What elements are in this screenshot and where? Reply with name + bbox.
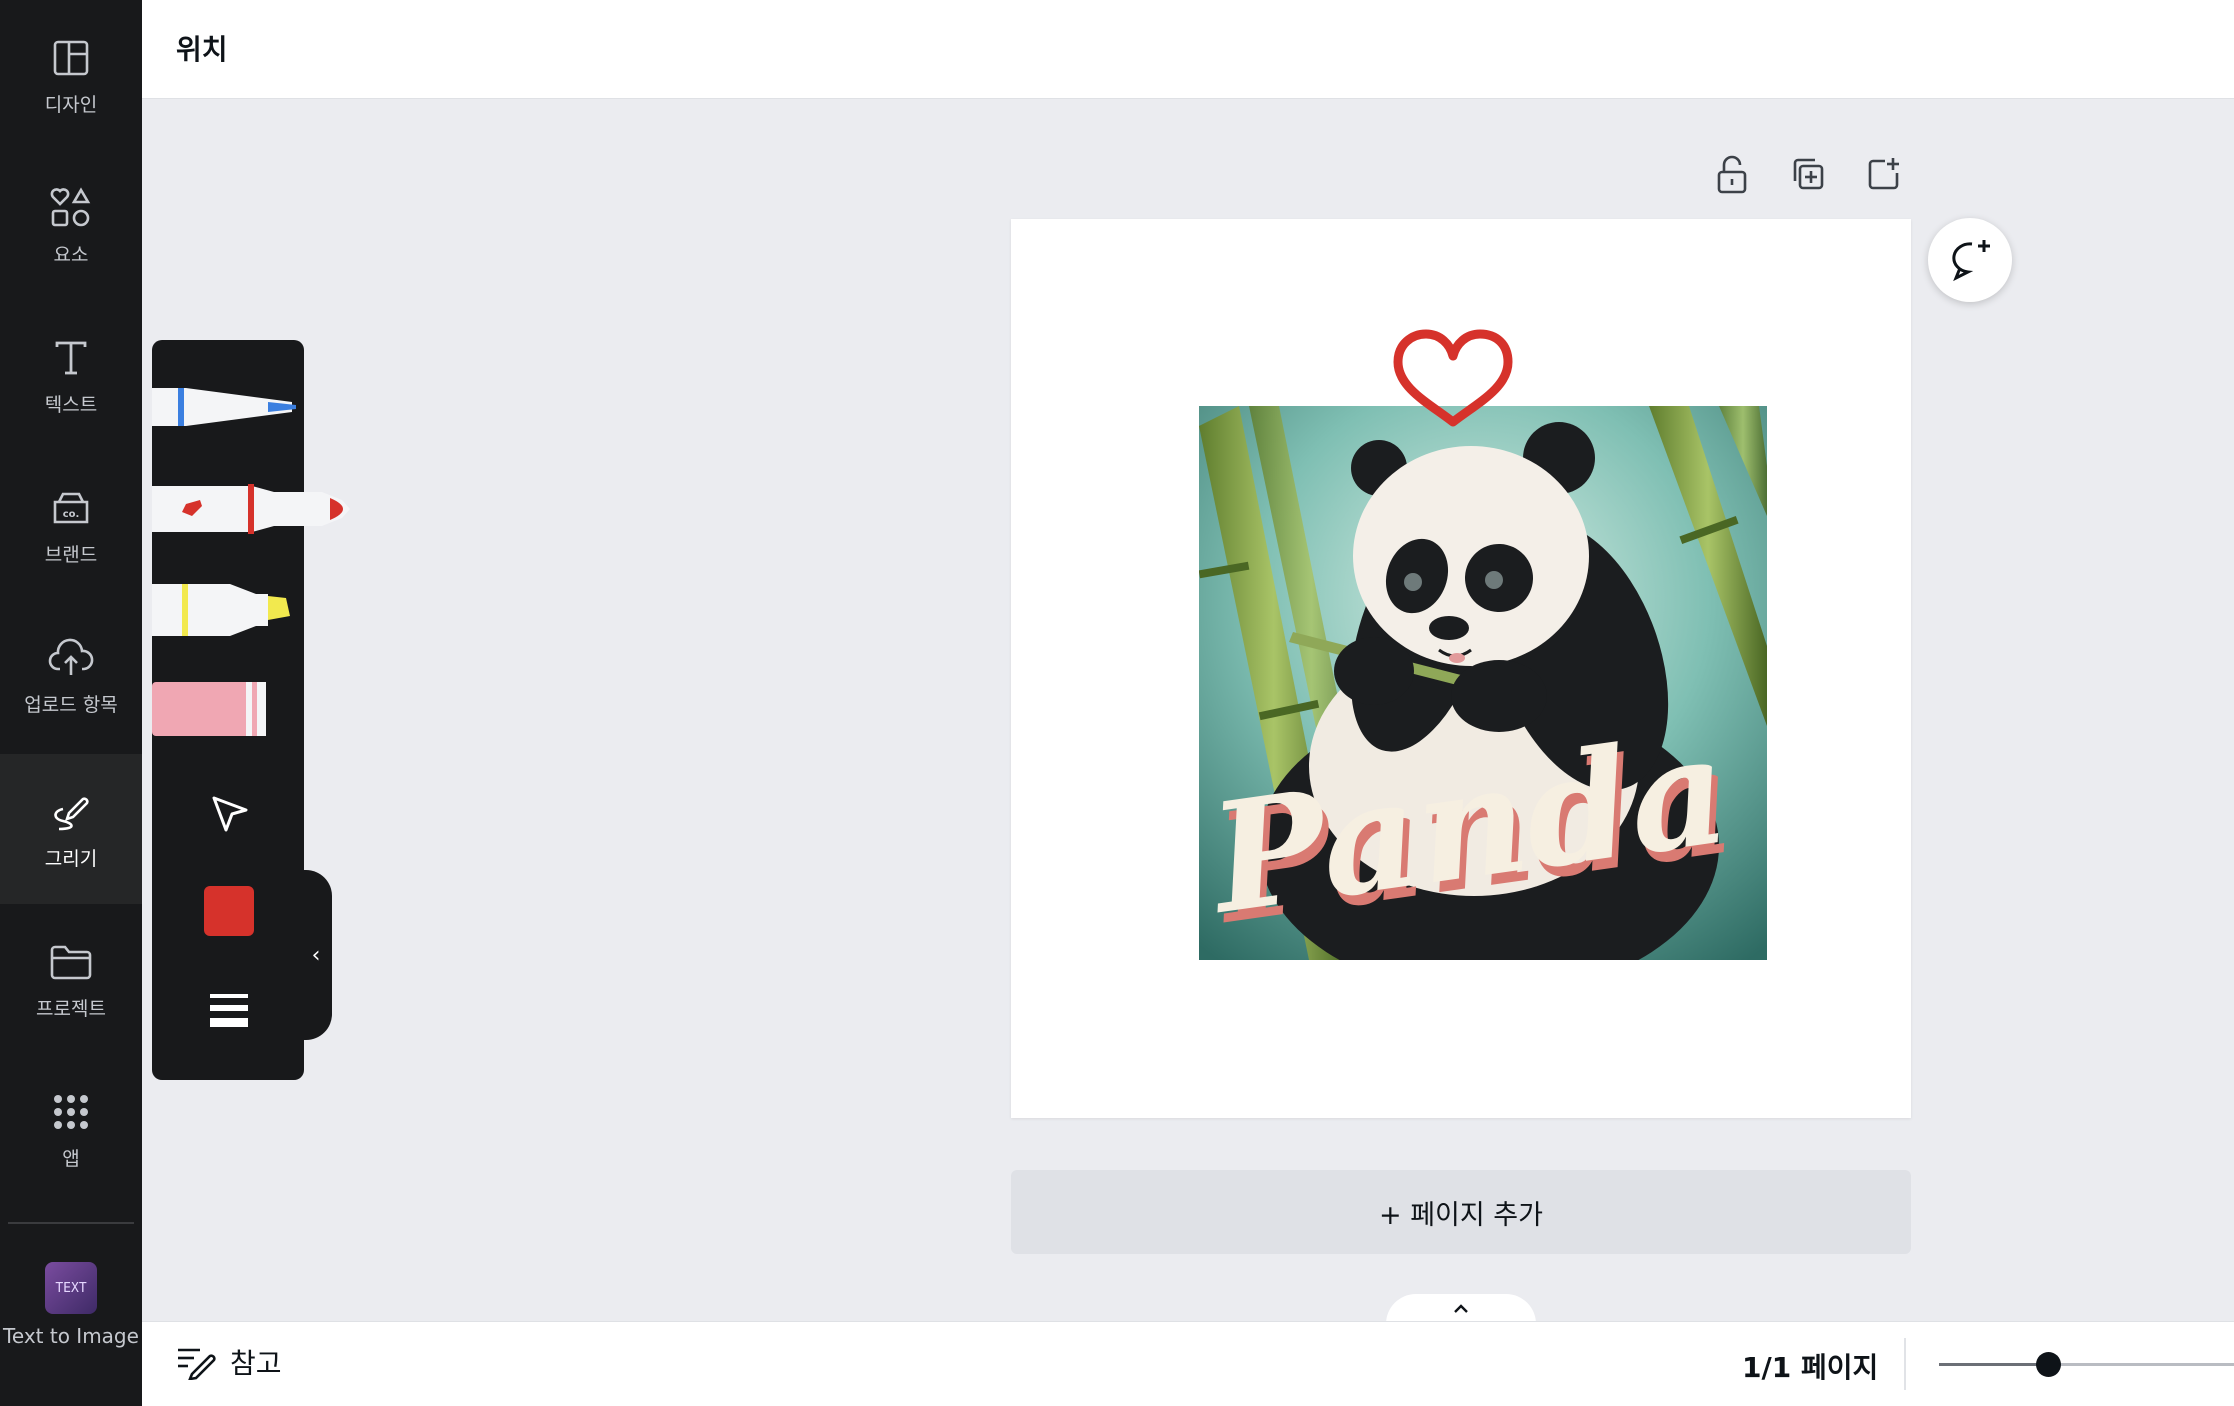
brand-icon: co. <box>47 484 95 532</box>
notes-button[interactable]: 참고 <box>176 1342 282 1382</box>
rail-label-elements: 요소 <box>53 243 89 266</box>
rail-label-text: 텍스트 <box>44 393 98 416</box>
draw-tools-panel: ‹ <box>152 340 350 1080</box>
stroke-weight-icon[interactable] <box>208 990 250 1030</box>
rail-label-apps: 앱 <box>62 1147 80 1170</box>
text-to-image-thumbnail: TEXT <box>45 1262 97 1314</box>
rail-label-uploads: 업로드 항목 <box>24 693 118 716</box>
rail-item-design[interactable]: 디자인 <box>0 0 142 150</box>
duplicate-icon <box>1793 158 1824 190</box>
folder-icon <box>47 938 95 986</box>
zoom-slider[interactable] <box>1939 1352 2234 1377</box>
text-to-image-thumb-text: TEXT <box>55 1280 87 1296</box>
add-page-button[interactable]: + 페이지 추가 <box>1011 1170 1911 1254</box>
rail-item-elements[interactable]: 요소 <box>0 150 142 300</box>
page-toolbar <box>1712 154 1904 194</box>
add-page-label: + 페이지 추가 <box>1379 1199 1543 1231</box>
notes-icon <box>178 1348 216 1380</box>
draw-icon <box>47 788 95 836</box>
panda-image[interactable]: Panda Panda <box>1199 406 1767 960</box>
pen-tool[interactable] <box>152 374 302 440</box>
rail-item-projects[interactable]: 프로젝트 <box>0 904 142 1054</box>
zoom-slider-fill <box>1939 1363 2049 1366</box>
text-to-image-label: Text to Image <box>3 1324 139 1348</box>
rail-divider <box>8 1222 134 1224</box>
bottom-divider <box>1904 1338 1906 1390</box>
add-page-icon-button[interactable] <box>1864 154 1904 194</box>
svg-text:co.: co. <box>63 509 80 520</box>
expand-pages-tab[interactable] <box>1386 1294 1536 1324</box>
top-bar: 위치 <box>142 0 2234 99</box>
rail-item-apps[interactable]: 앱 <box>0 1054 142 1204</box>
chevron-up-icon <box>1454 1304 1468 1313</box>
apps-icon <box>47 1088 95 1136</box>
rail-item-text-to-image[interactable]: TEXT Text to Image <box>0 1262 142 1348</box>
layout-icon <box>47 34 95 82</box>
select-arrow-icon[interactable] <box>208 792 252 836</box>
add-comment-button[interactable] <box>1928 218 2012 302</box>
rail-label-draw: 그리기 <box>44 847 98 870</box>
page-title: 위치 <box>176 33 228 66</box>
color-swatch[interactable] <box>204 886 254 936</box>
eraser-tool[interactable] <box>152 676 302 742</box>
rail-label-design: 디자인 <box>44 93 98 116</box>
upload-icon <box>47 634 95 682</box>
marker-tool[interactable] <box>152 476 362 542</box>
drawn-heart[interactable] <box>1390 326 1516 430</box>
bottom-bar: 참고 1/1 페이지 <box>142 1321 2234 1406</box>
side-rail: 디자인 요소 텍스트 co. 브랜드 업로드 항목 그리기 프로젝트 앱 TEX… <box>0 0 142 1406</box>
rail-label-projects: 프로젝트 <box>36 997 106 1020</box>
rail-label-brand: 브랜드 <box>44 543 98 566</box>
duplicate-page-button[interactable] <box>1788 154 1828 194</box>
rail-item-text[interactable]: 텍스트 <box>0 300 142 450</box>
zoom-slider-knob[interactable] <box>2036 1352 2062 1377</box>
comment-add-icon <box>1952 240 1990 282</box>
page-count[interactable]: 1/1 페이지 <box>1742 1346 1878 1386</box>
shapes-icon <box>47 184 95 232</box>
text-icon <box>47 334 95 382</box>
add-page-icon <box>1868 158 1899 190</box>
collapse-panel-handle[interactable]: ‹ <box>300 870 332 1040</box>
rail-item-draw[interactable]: 그리기 <box>0 754 142 904</box>
rail-item-brand[interactable]: co. 브랜드 <box>0 450 142 600</box>
notes-label: 참고 <box>230 1347 282 1380</box>
highlighter-tool[interactable] <box>152 576 302 642</box>
rail-item-uploads[interactable]: 업로드 항목 <box>0 600 142 750</box>
lock-page-button[interactable] <box>1712 154 1752 194</box>
chevron-left-icon: ‹ <box>311 942 321 968</box>
lock-icon <box>1717 155 1747 194</box>
